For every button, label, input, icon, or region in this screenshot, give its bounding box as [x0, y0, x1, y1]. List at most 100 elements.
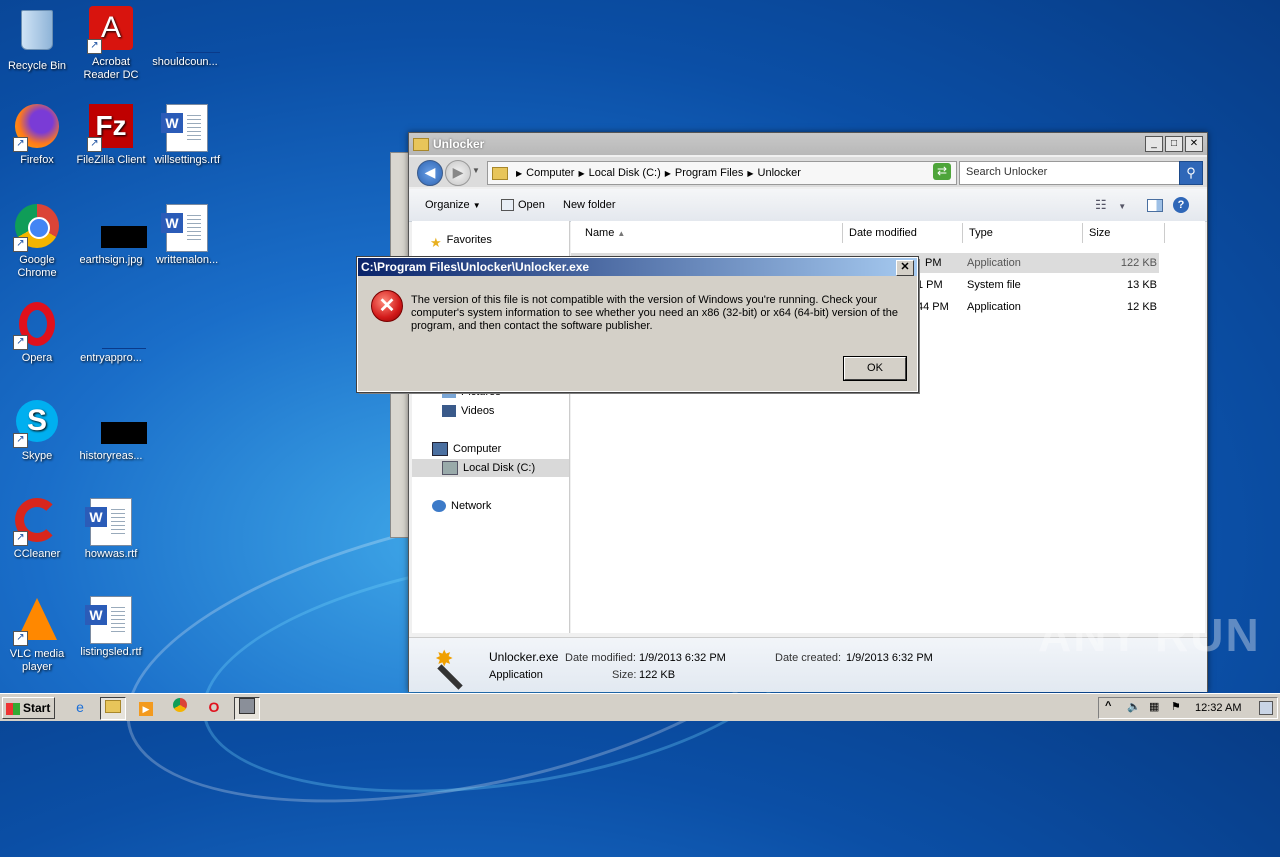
desktop-icon-shouldcoun[interactable]: shouldcoun...	[148, 6, 222, 69]
open-button[interactable]: Open	[501, 199, 545, 212]
details-date-created: 1/9/2013 6:32 PM	[846, 652, 933, 664]
firefox-icon: ↗	[13, 104, 61, 152]
acrobat-icon: A ↗	[87, 6, 135, 54]
desktop-icon-howwas[interactable]: W howwas.rtf	[74, 498, 148, 561]
recycle-bin-icon	[13, 10, 61, 58]
computer-icon	[432, 442, 448, 457]
blank-file-icon	[161, 6, 220, 54]
dialog-message: The version of this file is not compatib…	[411, 294, 898, 332]
details-type: Application	[489, 669, 543, 681]
nav-network[interactable]: Network	[432, 497, 589, 515]
error-icon: ✕	[371, 290, 403, 322]
start-button[interactable]: Start	[2, 697, 55, 719]
dialog-close-button[interactable]: ✕	[896, 260, 914, 276]
desktop-icon-writtenalon[interactable]: W writtenalon...	[150, 204, 224, 267]
desktop-icon-earthsign[interactable]: earthsign.jpg	[74, 204, 148, 267]
desktop-icon-vlc[interactable]: ↗ VLC media player	[0, 596, 74, 674]
word-doc-icon: W	[161, 104, 208, 152]
system-tray: ^ 🔈 ▦ ⚑ 12:32 AM	[1098, 697, 1278, 719]
details-filename: Unlocker.exe	[489, 650, 559, 664]
desktop-icon-firefox[interactable]: ↗ Firefox	[0, 104, 74, 167]
search-input[interactable]: Search Unlocker ⚲	[959, 161, 1203, 185]
unlocker-wand-icon: ✸	[431, 646, 471, 690]
star-icon: ★	[430, 235, 442, 251]
ccleaner-icon: ↗	[13, 498, 61, 546]
unlocker-taskbar-icon[interactable]	[234, 697, 260, 720]
maximize-button[interactable]: □	[1165, 136, 1183, 152]
window-title: Unlocker	[433, 137, 485, 151]
error-dialog: C:\Program Files\Unlocker\Unlocker.exe ✕…	[356, 256, 919, 393]
opera-icon: ↗	[13, 302, 61, 350]
command-bar: Organize ▼ Open New folder ☷ ▼ ?	[409, 189, 1207, 222]
word-doc-icon: W	[85, 498, 132, 546]
desktop-icon-historyreas[interactable]: historyreas...	[74, 400, 148, 463]
videos-icon	[442, 405, 456, 418]
desktop-icon-skype[interactable]: S ↗ Skype	[0, 400, 74, 463]
dialog-title[interactable]: C:\Program Files\Unlocker\Unlocker.exe	[358, 258, 917, 276]
open-icon	[501, 199, 514, 212]
desktop-icon-willsettings[interactable]: W willsettings.rtf	[150, 104, 224, 167]
desktop-icon-acrobat[interactable]: A ↗ Acrobat Reader DC	[74, 6, 148, 82]
anyrun-watermark: ANY RUN	[1038, 609, 1261, 661]
search-icon[interactable]: ⚲	[1179, 161, 1203, 185]
volume-icon[interactable]: 🔈	[1127, 700, 1141, 713]
breadcrumb-program-files[interactable]: Program Files	[675, 167, 743, 179]
folder-icon	[492, 166, 508, 180]
explorer-taskbar-icon[interactable]	[100, 697, 126, 720]
show-hidden-icons-icon[interactable]: ^	[1105, 700, 1111, 712]
recent-pages-dropdown[interactable]: ▼	[472, 166, 480, 175]
chrome-icon: ↗	[13, 204, 61, 252]
breadcrumb-unlocker[interactable]: Unlocker	[758, 167, 801, 179]
folder-icon	[413, 137, 429, 151]
skype-icon: S ↗	[13, 400, 61, 448]
image-file-icon	[87, 400, 147, 448]
network-tray-icon[interactable]: ▦	[1149, 700, 1159, 713]
ok-button[interactable]: OK	[843, 356, 907, 381]
show-desktop-button[interactable]	[1259, 701, 1273, 715]
nav-computer[interactable]: Computer	[432, 440, 589, 458]
internet-explorer-icon[interactable]: e	[68, 697, 92, 718]
refresh-button[interactable]: ⇄	[933, 163, 951, 180]
minimize-button[interactable]: _	[1145, 136, 1163, 152]
desktop-icon-listingsled[interactable]: W listingsled.rtf	[74, 596, 148, 659]
search-placeholder: Search Unlocker	[966, 166, 1048, 178]
help-icon[interactable]: ?	[1173, 197, 1189, 213]
action-center-flag-icon[interactable]: ⚑	[1171, 700, 1181, 713]
nav-favorites[interactable]: ★ Favorites	[430, 231, 587, 251]
column-name[interactable]: Name ▲	[579, 223, 843, 243]
new-folder-button[interactable]: New folder	[563, 199, 616, 211]
column-size[interactable]: Size	[1083, 223, 1165, 243]
desktop-icon-recycle-bin[interactable]: Recycle Bin	[0, 6, 74, 73]
nav-local-disk[interactable]: Local Disk (C:)	[412, 459, 569, 477]
desktop-icon-chrome[interactable]: ↗ Google Chrome	[0, 204, 74, 280]
desktop-icon-filezilla[interactable]: Fz ↗ FileZilla Client	[74, 104, 148, 167]
view-options-icon[interactable]: ☷ ▼	[1095, 197, 1126, 213]
column-type[interactable]: Type	[963, 223, 1083, 243]
filezilla-icon: Fz ↗	[87, 104, 135, 152]
details-date-modified: 1/9/2013 6:32 PM	[639, 652, 726, 664]
address-box[interactable]: ▶ Computer ▶ Local Disk (C:) ▶ Program F…	[487, 161, 957, 185]
desktop-icon-entryappro[interactable]: entryappro...	[74, 302, 148, 365]
vlc-icon: ↗	[13, 598, 61, 646]
preview-pane-icon[interactable]	[1147, 199, 1163, 212]
clock[interactable]: 12:32 AM	[1195, 702, 1241, 714]
address-bar-area: ◀ ▶ ▼ ▶ Computer ▶ Local Disk (C:) ▶ Pro…	[409, 157, 1207, 187]
organize-button[interactable]: Organize ▼	[425, 199, 481, 211]
desktop-icon-opera[interactable]: ↗ Opera	[0, 302, 74, 365]
details-size: 122 KB	[639, 669, 676, 681]
chrome-taskbar-icon[interactable]	[168, 697, 192, 718]
forward-button[interactable]: ▶	[445, 160, 471, 186]
back-button[interactable]: ◀	[417, 160, 443, 186]
close-button[interactable]: ✕	[1185, 136, 1203, 152]
desktop-icon-ccleaner[interactable]: ↗ CCleaner	[0, 498, 74, 561]
media-player-icon[interactable]: ▶	[134, 697, 158, 718]
word-doc-icon: W	[85, 596, 132, 644]
breadcrumb-local-disk[interactable]: Local Disk (C:)	[589, 167, 661, 179]
blank-file-icon	[87, 302, 146, 350]
explorer-titlebar[interactable]: Unlocker	[409, 133, 1207, 155]
column-date-modified[interactable]: Date modified	[843, 223, 963, 243]
opera-taskbar-icon[interactable]: O	[202, 697, 226, 718]
breadcrumb-computer[interactable]: Computer	[526, 167, 574, 179]
taskbar: Start e ▶ O ^ 🔈 ▦ ⚑ 12:32 AM	[0, 693, 1280, 721]
windows-logo-icon	[6, 702, 20, 715]
